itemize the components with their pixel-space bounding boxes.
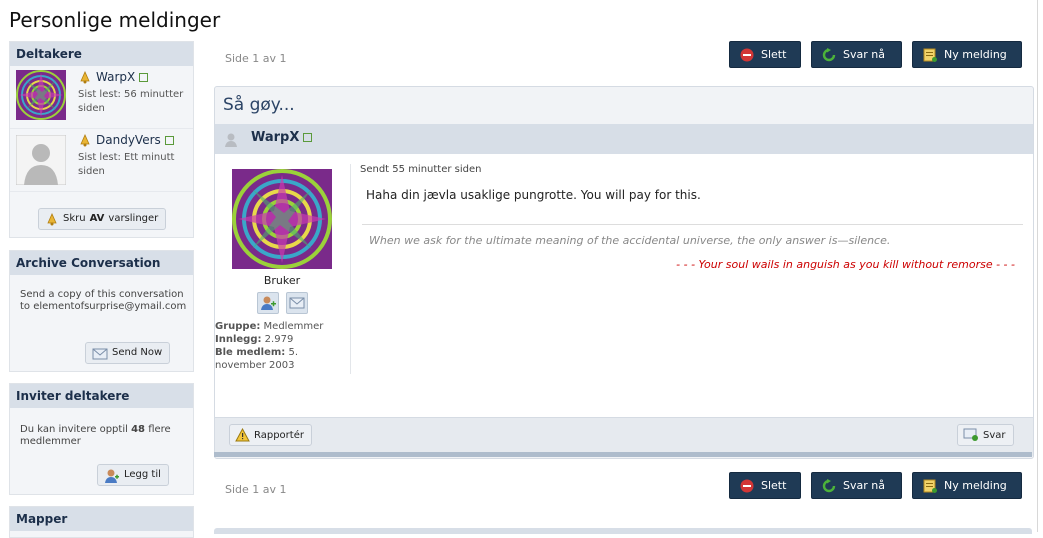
pager-bottom: Side 1 av 1 xyxy=(225,483,287,496)
post-title: Så gøy... xyxy=(223,95,295,115)
author-avatar[interactable] xyxy=(232,169,332,269)
column-divider xyxy=(350,164,351,374)
author-posts: Innlegg: 2.979 xyxy=(215,333,345,346)
joined-label: Ble medlem: xyxy=(215,347,286,358)
invite-box: Inviter deltakere Du kan invitere opptil… xyxy=(9,383,194,495)
external-link-icon[interactable] xyxy=(164,136,174,145)
new-message-icon xyxy=(923,48,937,62)
participant-name[interactable]: WarpX xyxy=(78,70,149,84)
signature-quote: When we ask for the ultimate meaning of … xyxy=(369,234,891,247)
participant-dandyvers: DandyVers Sist lest: Ett minutt siden xyxy=(10,129,193,192)
participant-name-text[interactable]: DandyVers xyxy=(96,133,161,147)
post-author-text[interactable]: WarpX xyxy=(251,130,299,145)
group-label: Gruppe: xyxy=(215,321,261,332)
participants-box: Deltakere WarpX Sist lest: 56 minutter s… xyxy=(9,41,194,238)
avatar[interactable] xyxy=(16,70,66,120)
reply-now-button[interactable]: Svar nå xyxy=(811,41,902,68)
mail-icon xyxy=(289,297,305,309)
avatar[interactable] xyxy=(16,135,66,185)
group-value: Medlemmer xyxy=(263,321,324,332)
invite-count: 48 xyxy=(131,424,145,435)
last-read: Sist lest: 56 minutter siden xyxy=(78,89,184,114)
notify-label-post: varslinger xyxy=(108,213,159,224)
new-message-label: Ny melding xyxy=(944,479,1007,492)
participant-name[interactable]: DandyVers xyxy=(78,133,174,147)
author-joined: Ble medlem: 5. november 2003 xyxy=(215,346,345,372)
signature-red: - - - Your soul wails in anguish as you … xyxy=(676,258,1015,271)
external-link-icon[interactable] xyxy=(139,73,149,82)
report-button[interactable]: Rapportér xyxy=(229,424,312,446)
last-read: Sist lest: Ett minutt siden xyxy=(78,152,175,177)
page-title: Personlige meldinger xyxy=(9,8,221,32)
delete-label: Slett xyxy=(761,48,787,61)
notify-toggle-button[interactable]: Skru AV varslinger xyxy=(38,208,167,230)
invite-text-pre: Du kan invitere opptil xyxy=(20,424,128,435)
author-stats: Gruppe: Medlemmer Innlegg: 2.979 Ble med… xyxy=(215,320,345,372)
scroll-edge xyxy=(1037,0,1038,532)
post-timestamp: Sendt 55 minutter siden xyxy=(360,164,482,175)
reply-label: Svar xyxy=(983,429,1006,441)
post-author-name[interactable]: WarpX xyxy=(251,130,313,145)
message-post: Så gøy... WarpX Bruker Gruppe: Medlemmer xyxy=(214,86,1034,459)
post-footer: Rapportér Svar xyxy=(215,417,1033,456)
reply-now-label: Svar nå xyxy=(843,479,885,492)
add-user-icon xyxy=(105,469,119,483)
participant-name-text[interactable]: WarpX xyxy=(96,70,135,84)
add-friend-button[interactable] xyxy=(257,292,279,314)
user-status-icon xyxy=(225,133,237,147)
reply-button[interactable]: Svar xyxy=(957,424,1014,446)
delete-button-bottom[interactable]: Slett xyxy=(729,472,801,499)
bell-icon xyxy=(80,71,90,84)
add-friend-icon xyxy=(261,296,276,310)
report-label: Rapportér xyxy=(254,429,304,441)
post-bottom-border xyxy=(214,452,1032,457)
notify-label-pre: Skru xyxy=(63,213,86,224)
bell-icon xyxy=(80,134,90,147)
new-message-button[interactable]: Ny melding xyxy=(912,41,1022,68)
archive-text: Send a copy of this conversation to elem… xyxy=(20,289,187,312)
reply-icon xyxy=(822,478,836,492)
new-message-label: Ny melding xyxy=(944,48,1007,61)
author-group: Gruppe: Medlemmer xyxy=(215,320,345,333)
post-content: Bruker Gruppe: Medlemmer Innlegg: 2.979 … xyxy=(215,154,1033,417)
archive-heading: Archive Conversation xyxy=(10,251,193,275)
new-message-icon xyxy=(923,479,937,493)
invite-text: Du kan invitere opptil 48 flere medlemme… xyxy=(20,424,185,448)
bell-icon xyxy=(47,212,57,225)
new-message-button-bottom[interactable]: Ny melding xyxy=(912,472,1022,499)
send-pm-button[interactable] xyxy=(286,292,308,314)
post-author-bar: WarpX xyxy=(215,124,1033,154)
add-participant-label: Legg til xyxy=(124,469,161,480)
reply-now-button-bottom[interactable]: Svar nå xyxy=(811,472,902,499)
author-role: Bruker xyxy=(263,274,301,287)
folders-heading: Mapper xyxy=(10,507,193,531)
archive-box: Archive Conversation Send a copy of this… xyxy=(9,250,194,372)
delete-icon xyxy=(740,479,754,492)
participant-warpx: WarpX Sist lest: 56 minutter siden xyxy=(10,66,193,129)
delete-label: Slett xyxy=(761,479,787,492)
send-now-label: Send Now xyxy=(112,347,163,358)
signature-divider xyxy=(362,224,1023,225)
participants-heading: Deltakere xyxy=(10,42,193,66)
reply-icon xyxy=(963,428,978,441)
external-link-icon[interactable] xyxy=(303,133,313,142)
posts-value: 2.979 xyxy=(264,334,294,345)
send-now-button[interactable]: Send Now xyxy=(85,342,171,364)
delete-button[interactable]: Slett xyxy=(729,41,801,68)
invite-heading: Inviter deltakere xyxy=(10,384,193,408)
warning-icon xyxy=(235,428,250,442)
post-body: Haha din jævla usaklige pungrotte. You w… xyxy=(366,188,701,202)
delete-icon xyxy=(740,48,754,61)
pager: Side 1 av 1 xyxy=(225,52,287,65)
reply-now-label: Svar nå xyxy=(843,48,885,61)
reply-icon xyxy=(822,47,836,61)
mail-icon xyxy=(92,348,108,360)
add-participant-button[interactable]: Legg til xyxy=(97,464,169,486)
folders-box: Mapper xyxy=(9,506,194,538)
posts-label: Innlegg: xyxy=(215,334,262,345)
notify-label-strong: AV xyxy=(89,213,105,224)
next-post-edge xyxy=(214,528,1032,534)
